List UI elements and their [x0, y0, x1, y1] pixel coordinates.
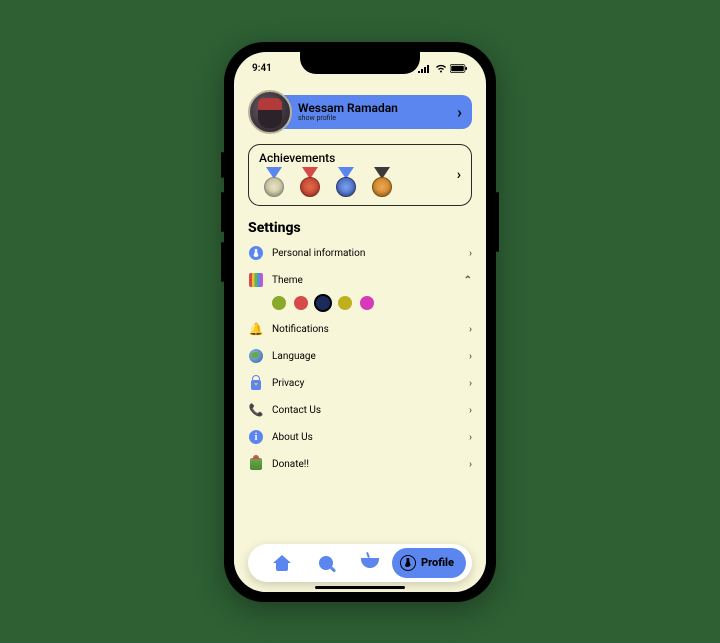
phone-side-button — [221, 192, 224, 232]
medal-icon — [367, 167, 397, 197]
phone-side-button — [496, 192, 499, 252]
settings-item-personal[interactable]: Personal information › — [248, 240, 472, 267]
medal-icon — [331, 167, 361, 197]
profile-subtitle: show profile — [298, 115, 398, 122]
chevron-right-icon: › — [469, 248, 472, 259]
chevron-right-icon: › — [469, 459, 472, 470]
gift-icon — [248, 456, 264, 472]
chevron-right-icon: › — [457, 102, 462, 121]
profile-card[interactable]: Wessam Ramadan show profile › — [248, 90, 472, 134]
status-indicators — [418, 64, 468, 73]
chevron-right-icon: › — [469, 378, 472, 389]
settings-item-label: Donate!! — [272, 459, 469, 470]
settings-item-label: Language — [272, 351, 469, 362]
settings-item-label: Personal information — [272, 248, 469, 259]
settings-item-label: Notifications — [272, 324, 469, 335]
nav-recipes[interactable] — [348, 558, 392, 568]
chevron-right-icon: › — [469, 405, 472, 416]
phone-frame: 9:41 Wessam Ramadan show profile › — [224, 42, 496, 602]
bell-icon: 🔔 — [248, 321, 264, 337]
achievements-title: Achievements — [259, 151, 461, 165]
settings-item-privacy[interactable]: Privacy › — [248, 370, 472, 397]
profile-pill[interactable]: Wessam Ramadan show profile › — [270, 95, 472, 129]
signal-icon — [418, 64, 432, 73]
nav-profile-button[interactable]: Profile — [392, 548, 466, 578]
phone-icon: 📞 — [248, 402, 264, 418]
settings-item-about[interactable]: i About Us › — [248, 424, 472, 451]
profile-name: Wessam Ramadan — [298, 102, 398, 114]
palette-icon — [248, 272, 264, 288]
theme-color-option[interactable] — [360, 296, 374, 310]
search-icon — [319, 556, 333, 570]
chevron-right-icon: › — [469, 324, 472, 335]
medal-icon — [295, 167, 325, 197]
theme-color-option[interactable] — [316, 296, 330, 310]
lock-icon — [248, 375, 264, 391]
notch — [300, 52, 420, 74]
settings-item-label: Privacy — [272, 378, 469, 389]
nav-search[interactable] — [304, 556, 348, 570]
chevron-right-icon: › — [469, 432, 472, 443]
globe-icon — [248, 348, 264, 364]
home-indicator — [315, 586, 405, 589]
theme-color-row — [248, 294, 472, 316]
status-time: 9:41 — [252, 63, 272, 74]
avatar — [248, 90, 292, 134]
person-icon — [400, 555, 416, 571]
content: Wessam Ramadan show profile › Achievemen… — [234, 80, 486, 592]
battery-icon — [450, 64, 468, 73]
theme-color-option[interactable] — [272, 296, 286, 310]
home-icon — [273, 555, 291, 571]
phone-side-button — [221, 152, 224, 178]
info-icon: i — [248, 429, 264, 445]
nav-home[interactable] — [260, 555, 304, 571]
settings-title: Settings — [248, 220, 472, 236]
person-icon — [248, 245, 264, 261]
settings-item-label: About Us — [272, 432, 469, 443]
bowl-icon — [361, 558, 379, 568]
settings-item-contact[interactable]: 📞 Contact Us › — [248, 397, 472, 424]
screen: 9:41 Wessam Ramadan show profile › — [234, 52, 486, 592]
nav-profile-label: Profile — [421, 556, 454, 569]
phone-side-button — [221, 242, 224, 282]
chevron-right-icon: › — [469, 351, 472, 362]
settings-item-label: Theme — [272, 275, 464, 286]
chevron-right-icon: › — [457, 167, 461, 183]
settings-item-language[interactable]: Language › — [248, 343, 472, 370]
achievements-card[interactable]: Achievements › — [248, 144, 472, 206]
bottom-nav: Profile — [248, 544, 472, 582]
medal-icon — [259, 167, 289, 197]
settings-item-theme[interactable]: Theme ⌃ — [248, 267, 472, 294]
settings-item-notifications[interactable]: 🔔 Notifications › — [248, 316, 472, 343]
settings-list: Personal information › Theme ⌃ 🔔 — [248, 240, 472, 478]
settings-item-donate[interactable]: Donate!! › — [248, 451, 472, 478]
theme-color-option[interactable] — [294, 296, 308, 310]
settings-item-label: Contact Us — [272, 405, 469, 416]
theme-color-option[interactable] — [338, 296, 352, 310]
medals-row — [259, 167, 461, 197]
chevron-up-icon: ⌃ — [464, 275, 472, 286]
wifi-icon — [435, 64, 447, 73]
